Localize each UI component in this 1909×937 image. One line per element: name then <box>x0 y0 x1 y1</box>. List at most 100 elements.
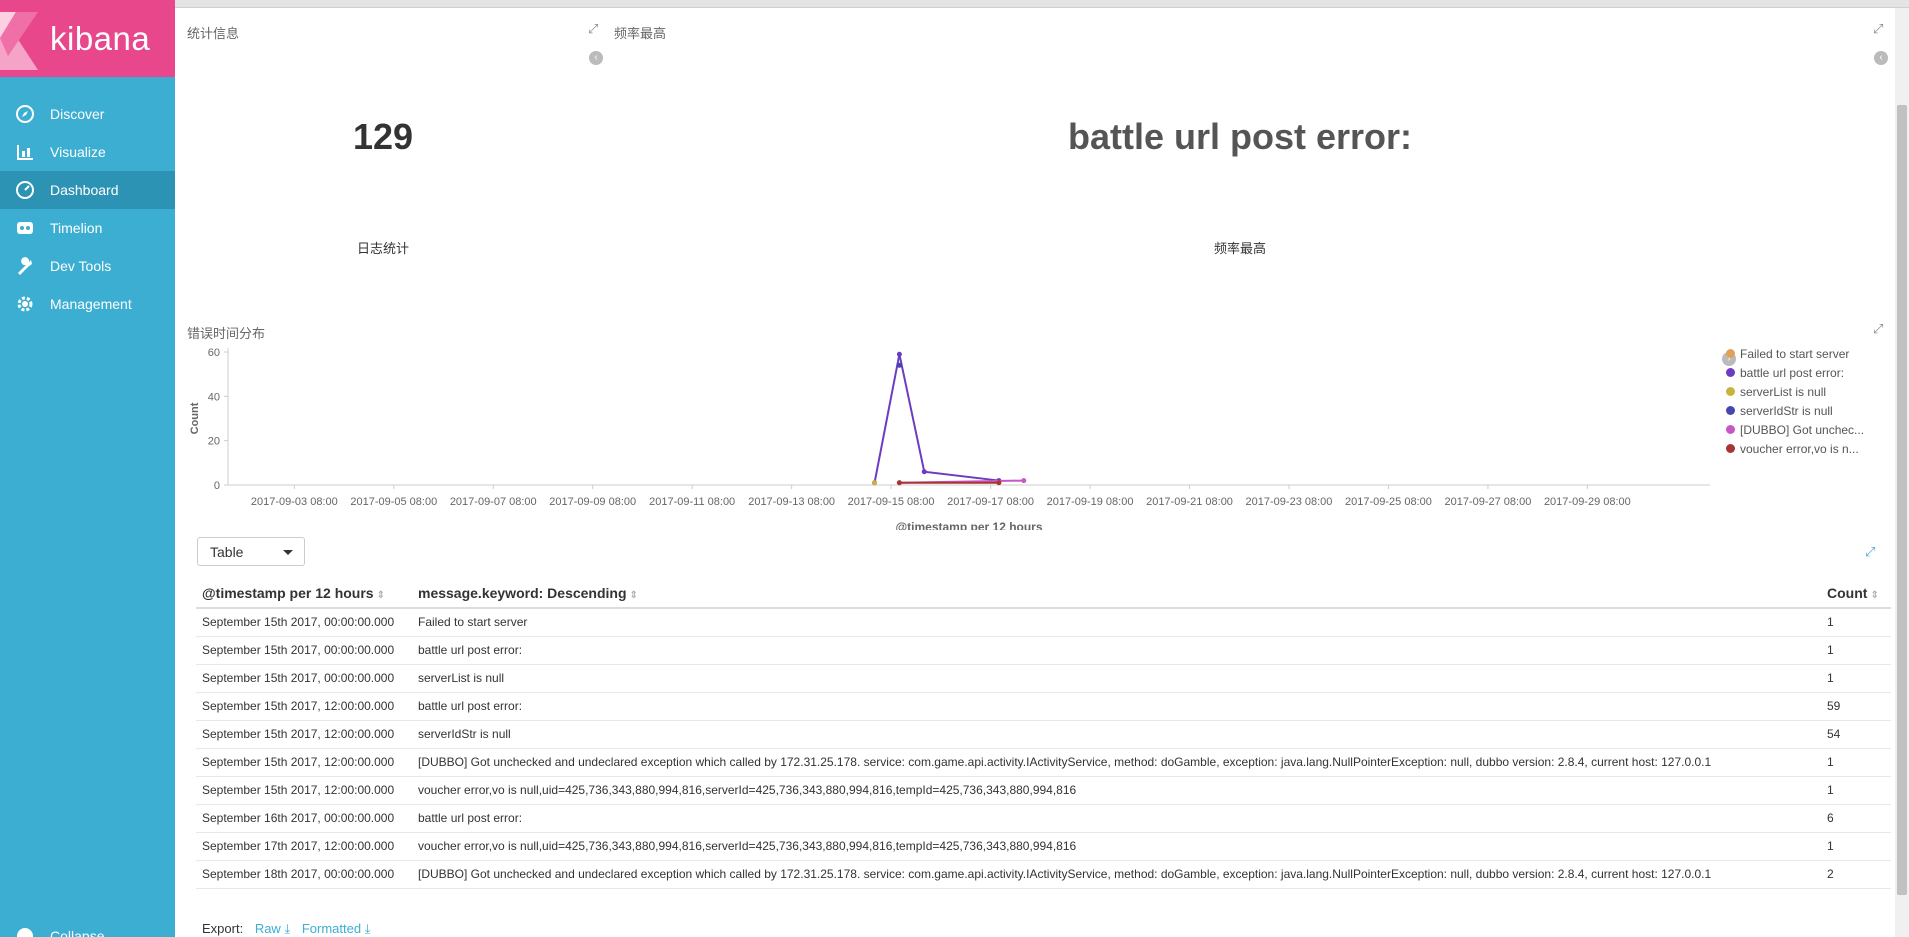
sidebar-item-discover[interactable]: Discover <box>0 95 175 133</box>
view-select-value: Table <box>210 544 244 560</box>
export-formatted-link[interactable]: Formatted ⤓ <box>302 921 371 936</box>
data-point <box>1021 478 1027 484</box>
cell-timestamp: September 16th 2017, 00:00:00.000 <box>196 804 412 833</box>
compass-icon <box>0 104 50 124</box>
x-tick-label: 2017-09-09 08:00 <box>549 496 636 508</box>
scrollbar-thumb[interactable] <box>1897 105 1907 895</box>
cell-count: 6 <box>1821 804 1891 833</box>
legend-label: voucher error,vo is n... <box>1740 441 1859 456</box>
cell-timestamp: September 18th 2017, 00:00:00.000 <box>196 860 412 889</box>
y-tick-label: 40 <box>208 391 220 403</box>
cell-timestamp: September 15th 2017, 00:00:00.000 <box>196 636 412 665</box>
chevron-left-icon[interactable]: ‹ <box>1874 51 1888 65</box>
sidebar-item-dashboard[interactable]: Dashboard <box>0 171 175 209</box>
collapse-button[interactable]: Collapse <box>0 926 104 937</box>
table-row[interactable]: September 15th 2017, 00:00:00.000 battle … <box>196 636 1891 665</box>
legend-item[interactable]: Failed to start server <box>1726 344 1886 363</box>
sidebar-item-timelion[interactable]: Timelion <box>0 209 175 247</box>
x-tick-label: 2017-09-23 08:00 <box>1246 496 1333 508</box>
legend-dot <box>1726 349 1735 358</box>
column-header-timestamp[interactable]: @timestamp per 12 hours ⇕ <box>196 578 412 609</box>
sidebar-item-label: Timelion <box>50 220 103 236</box>
x-tick-label: 2017-09-07 08:00 <box>450 496 537 508</box>
column-header-label: @timestamp per 12 hours <box>202 584 374 601</box>
cell-message: voucher error,vo is null,uid=425,736,343… <box>412 776 1821 805</box>
x-tick-label: 2017-09-13 08:00 <box>748 496 835 508</box>
export-formatted-label: Formatted <box>301 921 362 936</box>
download-icon: ⤓ <box>284 921 291 936</box>
data-point <box>896 362 902 368</box>
metric-label: 日志统计 <box>356 241 409 256</box>
chevron-left-icon[interactable]: ‹ <box>589 51 603 65</box>
x-tick-label: 2017-09-17 08:00 <box>947 496 1034 508</box>
cell-message: [DUBBO] Got unchecked and undeclared exc… <box>412 860 1821 889</box>
sidebar-item-label: Visualize <box>50 144 106 160</box>
sort-icon[interactable]: ⇕ <box>377 590 385 601</box>
cell-message: battle url post error: <box>412 804 1821 833</box>
sidebar-item-label: Dashboard <box>50 182 119 198</box>
sidebar-item-management[interactable]: Management <box>0 285 175 323</box>
collapse-icon <box>0 926 50 937</box>
legend-item[interactable]: voucher error,vo is n... <box>1726 439 1886 458</box>
y-tick-label: 20 <box>208 436 220 448</box>
series-line <box>873 354 999 483</box>
legend-item[interactable]: [DUBBO] Got unchec... <box>1726 420 1886 439</box>
legend-item[interactable]: serverIdStr is null <box>1726 401 1886 420</box>
legend-dot <box>1726 406 1735 415</box>
export-raw-link[interactable]: Raw ⤓ <box>255 921 290 936</box>
cell-timestamp: September 15th 2017, 12:00:00.000 <box>196 692 412 721</box>
y-tick-label: 0 <box>214 480 220 492</box>
sidebar-item-dev-tools[interactable]: Dev Tools <box>0 247 175 285</box>
sidebar: kibana Discover Visualize Dashboard Timelio… <box>0 0 175 937</box>
x-tick-label: 2017-09-21 08:00 <box>1146 496 1233 508</box>
kibana-logo[interactable]: kibana <box>0 0 175 77</box>
cell-count: 1 <box>1821 636 1891 665</box>
table-row[interactable]: September 15th 2017, 12:00:00.000 voucher… <box>196 776 1891 805</box>
sort-icon[interactable]: ⇕ <box>1870 590 1878 601</box>
x-tick-label: 2017-09-19 08:00 <box>1047 496 1134 508</box>
data-point <box>896 480 902 486</box>
cell-timestamp: September 15th 2017, 12:00:00.000 <box>196 776 412 805</box>
cell-timestamp: September 15th 2017, 00:00:00.000 <box>196 608 412 637</box>
export-bar: Export: Raw ⤓ Formatted ⤓ <box>202 921 370 937</box>
data-table: @timestamp per 12 hours ⇕ message.keyword… <box>196 578 1891 889</box>
table-row[interactable]: September 15th 2017, 00:00:00.000 Failed … <box>196 608 1891 637</box>
cell-message: Failed to start server <box>412 608 1821 637</box>
legend-item[interactable]: serverList is null <box>1726 382 1886 401</box>
x-tick-label: 2017-09-25 08:00 <box>1345 496 1432 508</box>
legend-label: battle url post error: <box>1740 365 1845 380</box>
view-select[interactable]: Table <box>197 537 305 566</box>
table-row[interactable]: September 15th 2017, 12:00:00.000 battle … <box>196 692 1891 721</box>
cell-timestamp: September 15th 2017, 12:00:00.000 <box>196 720 412 749</box>
legend-item[interactable]: battle url post error: <box>1726 363 1886 382</box>
cell-count: 59 <box>1821 692 1891 721</box>
line-chart[interactable]: 0 20 40 60 Count 2017-09-03 08:00 2017-09-05 0… <box>180 340 1720 530</box>
legend-label: serverList is null <box>1740 384 1827 399</box>
column-header-count[interactable]: Count ⇕ <box>1821 578 1891 609</box>
sort-icon[interactable]: ⇕ <box>630 590 638 601</box>
vertical-scrollbar[interactable] <box>1895 8 1909 937</box>
export-label: Export: <box>202 921 244 936</box>
x-tick-label: 2017-09-05 08:00 <box>350 496 437 508</box>
cell-count: 2 <box>1821 860 1891 889</box>
wrench-icon <box>0 256 50 276</box>
column-header-message[interactable]: message.keyword: Descending ⇕ <box>412 578 1821 609</box>
expand-icon[interactable]: ⤢ <box>1873 322 1887 336</box>
expand-icon[interactable]: ⤢ <box>1873 22 1887 36</box>
legend-label: [DUBBO] Got unchec... <box>1740 422 1865 437</box>
cell-count: 54 <box>1821 720 1891 749</box>
expand-icon[interactable]: ⤢ <box>1865 545 1879 559</box>
table-row[interactable]: September 18th 2017, 00:00:00.000 [DUBBO]… <box>196 860 1891 889</box>
table-row[interactable]: September 16th 2017, 00:00:00.000 battle … <box>196 804 1891 833</box>
table-header-row: @timestamp per 12 hours ⇕ message.keyword… <box>196 578 1891 609</box>
expand-icon[interactable]: ⤢ <box>588 22 602 36</box>
cell-count: 1 <box>1821 664 1891 693</box>
table-row[interactable]: September 15th 2017, 12:00:00.000 serverI… <box>196 720 1891 749</box>
sidebar-item-label: Discover <box>50 106 105 122</box>
sidebar-item-visualize[interactable]: Visualize <box>0 133 175 171</box>
column-header-label: message.keyword: Descending <box>418 584 627 601</box>
table-row[interactable]: September 15th 2017, 12:00:00.000 [DUBBO]… <box>196 748 1891 777</box>
table-row[interactable]: September 17th 2017, 12:00:00.000 voucher… <box>196 832 1891 861</box>
legend-dot <box>1726 368 1735 377</box>
table-row[interactable]: September 15th 2017, 00:00:00.000 serverL… <box>196 664 1891 693</box>
